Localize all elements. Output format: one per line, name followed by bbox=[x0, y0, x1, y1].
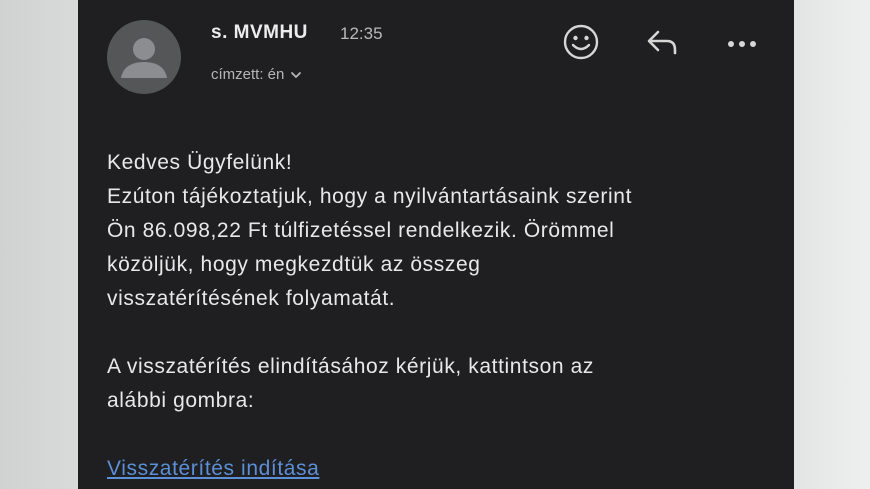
more-horizontal-icon bbox=[728, 41, 756, 47]
reply-button[interactable] bbox=[640, 20, 684, 64]
background-left bbox=[0, 0, 78, 489]
recipient-toggle[interactable]: címzett: én bbox=[211, 66, 302, 83]
smiley-icon bbox=[563, 24, 599, 60]
body-line: A visszatérítés elindításához kérjük, ka… bbox=[107, 355, 594, 378]
timestamp: 12:35 bbox=[340, 24, 383, 43]
avatar[interactable] bbox=[107, 20, 181, 94]
greeting-text: Kedves Ügyfelünk! bbox=[107, 151, 293, 174]
recipient-label: címzett: én bbox=[211, 66, 285, 83]
react-button[interactable] bbox=[559, 20, 603, 64]
body-line: visszatérítésének folyamatát. bbox=[107, 287, 396, 310]
screenshot-stage: s. MVMHU 12:35 címzett: én Kedves Ügyfel… bbox=[0, 0, 870, 489]
body-line: közöljük, hogy megkezdtük az összeg bbox=[107, 253, 481, 276]
body-line: Ön 86.098,22 Ft túlfizetéssel rendelkezi… bbox=[107, 219, 615, 242]
sender-name[interactable]: s. MVMHU bbox=[211, 22, 308, 44]
person-icon bbox=[121, 38, 167, 78]
body-line: Ezúton tájékoztatjuk, hogy a nyilvántart… bbox=[107, 185, 632, 208]
chevron-down-icon bbox=[291, 71, 302, 78]
background-right bbox=[794, 0, 870, 489]
refund-link[interactable]: Visszatérítés indítása bbox=[107, 457, 319, 480]
reply-arrow-icon bbox=[647, 30, 677, 55]
email-body: Kedves Ügyfelünk! Ezúton tájékoztatjuk, … bbox=[107, 146, 767, 486]
more-options-button[interactable] bbox=[720, 20, 764, 64]
body-line: alábbi gombra: bbox=[107, 389, 255, 412]
email-view: s. MVMHU 12:35 címzett: én Kedves Ügyfel… bbox=[78, 0, 794, 489]
